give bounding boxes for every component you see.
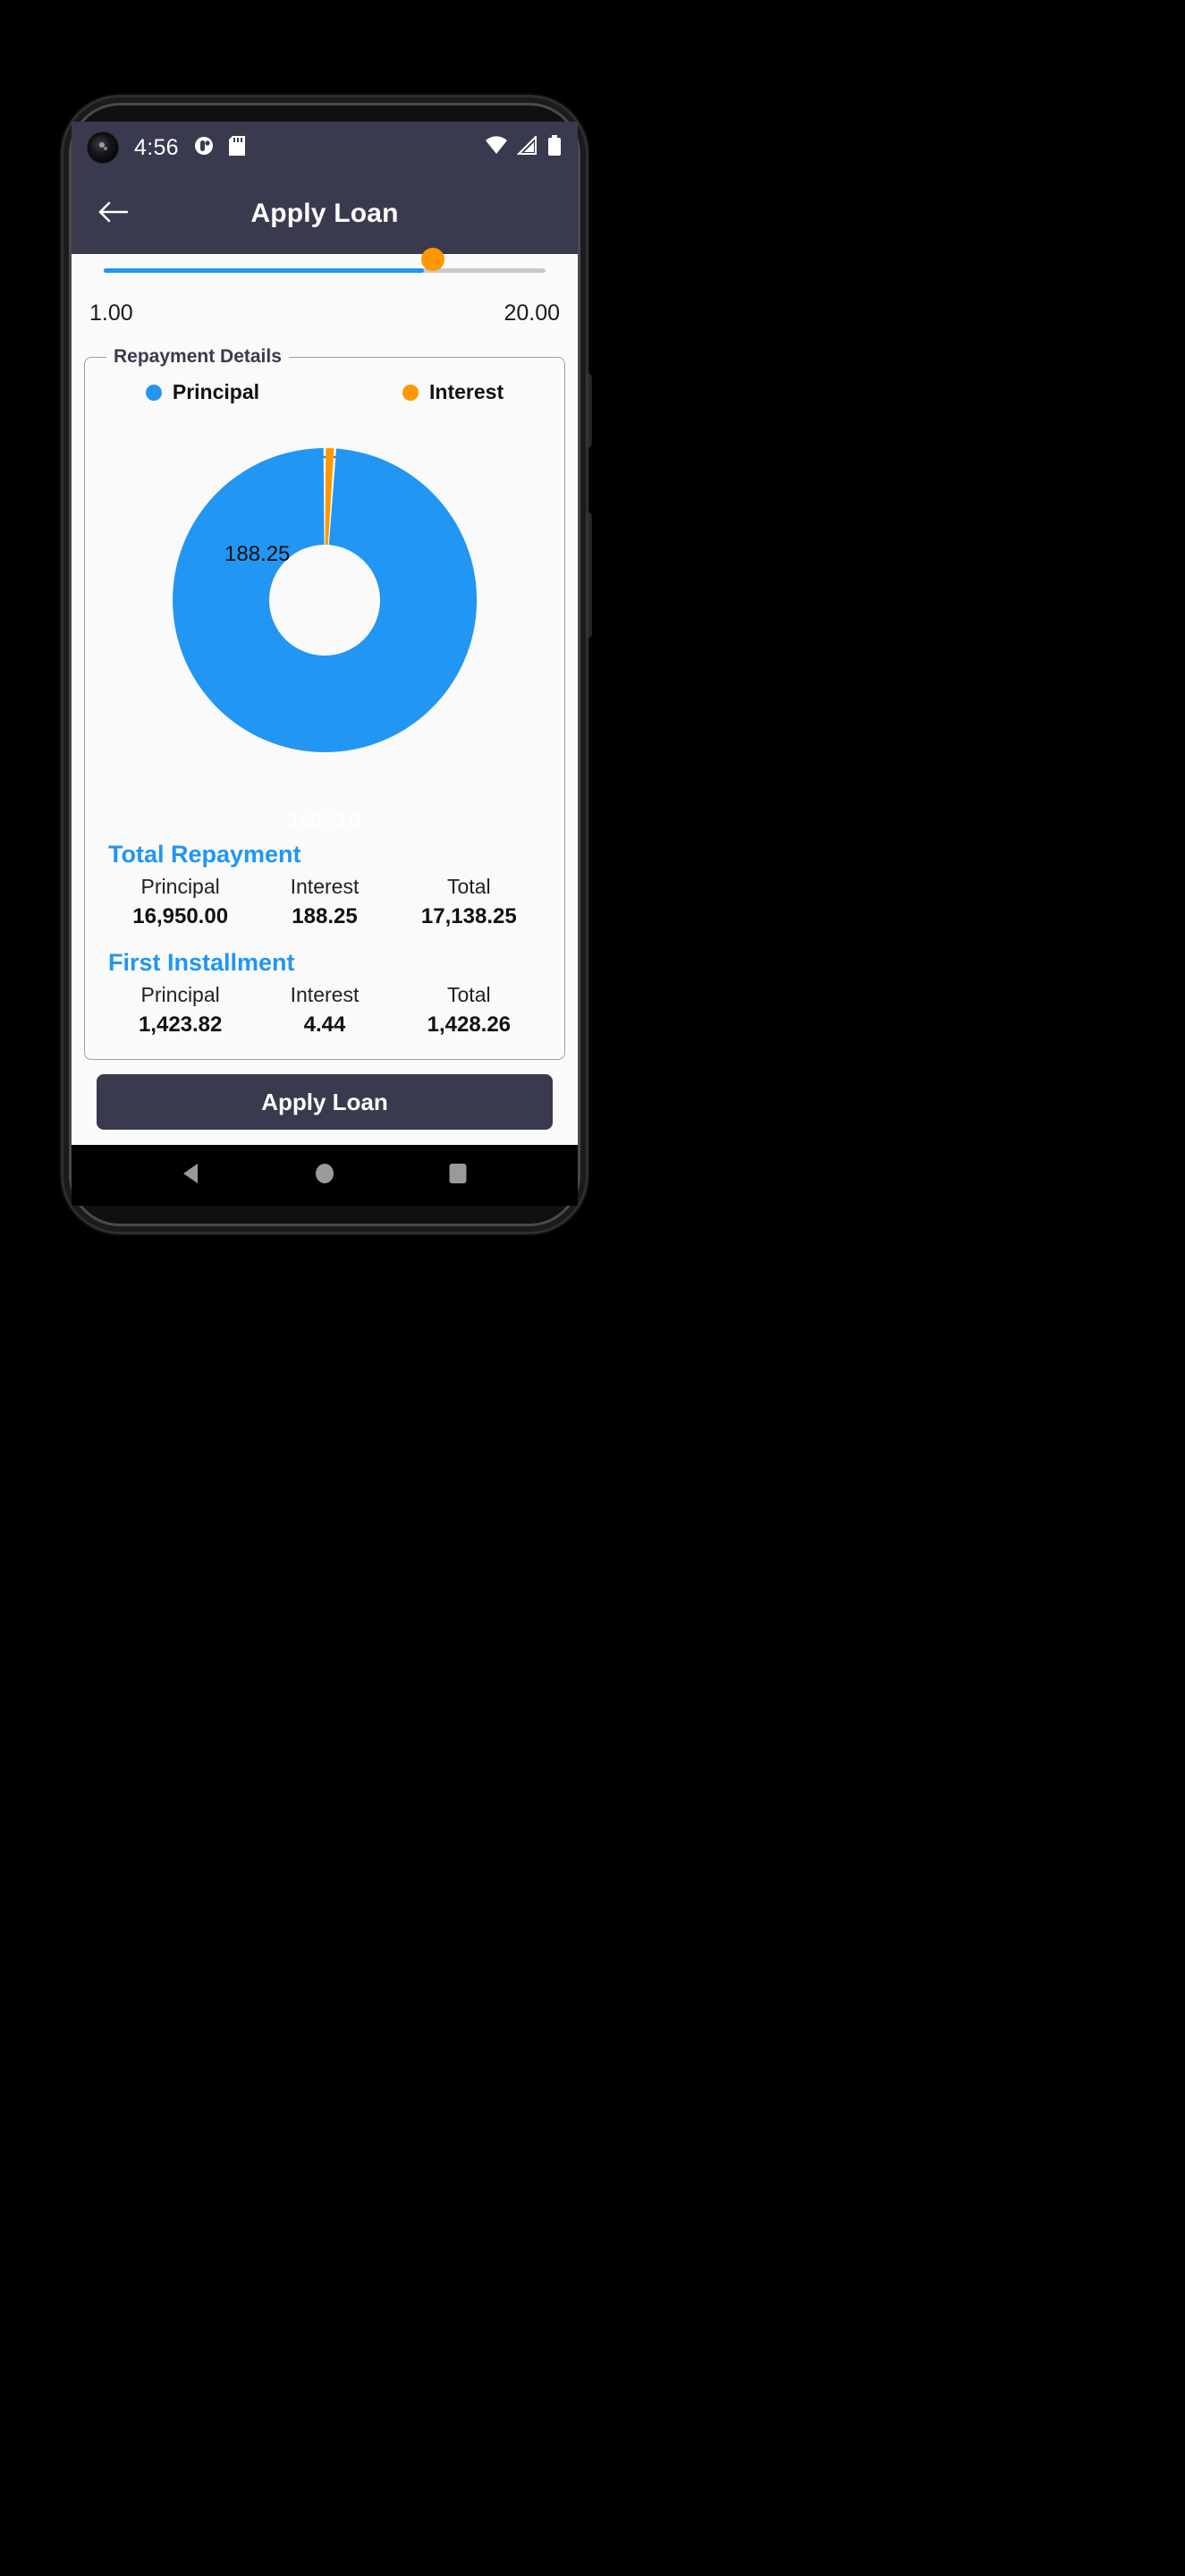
nav-recents-icon	[446, 1161, 470, 1191]
total-repayment-header-total: Total	[447, 875, 491, 898]
donut-chart-svg	[173, 448, 478, 753]
app-bar: Apply Loan	[72, 174, 578, 254]
back-button[interactable]	[89, 191, 136, 237]
slider-track[interactable]	[104, 268, 546, 273]
battery-icon	[547, 134, 562, 161]
apply-loan-button[interactable]: Apply Loan	[97, 1074, 553, 1130]
first-installment-header-interest: Interest	[290, 983, 360, 1006]
first-installment-title: First Installment	[108, 949, 295, 976]
total-repayment-grid: Principal Interest Total 16,950.00 188.2…	[108, 872, 541, 936]
slider-thumb[interactable]	[421, 248, 445, 271]
slider-min-label: 1.00	[89, 301, 133, 326]
legend-label-interest: Interest	[429, 380, 504, 403]
first-installment-value-interest: 4.44	[303, 1013, 346, 1037]
loan-term-slider[interactable]	[84, 248, 565, 290]
cellular-signal-icon	[516, 134, 538, 160]
total-repayment-title: Total Repayment	[108, 841, 301, 868]
legend-dot-interest	[402, 384, 419, 401]
do-not-disturb-icon	[193, 135, 215, 161]
total-repayment-block: Total Repayment Principal Interest Total…	[94, 841, 555, 936]
total-repayment-value-total: 17,138.25	[420, 904, 517, 928]
chart-legend: Principal Interest	[94, 380, 555, 404]
repayment-donut-chart[interactable]: 188.25 16950.0	[94, 408, 555, 831]
status-bar-right-icons	[485, 134, 562, 161]
android-nav-bar	[72, 1145, 578, 1206]
sd-card-icon	[227, 135, 247, 161]
slider-range-labels: 1.00 20.00	[84, 290, 565, 326]
page-title: Apply Loan	[250, 199, 399, 228]
status-bar: 4:56	[72, 122, 578, 174]
arrow-left-icon	[97, 199, 129, 229]
repayment-details-card: Repayment Details Principal Interest 188…	[84, 346, 565, 1060]
wifi-icon	[485, 135, 508, 160]
status-bar-left-icons	[193, 135, 247, 161]
nav-home-button[interactable]	[298, 1148, 351, 1202]
volume-button[interactable]	[586, 513, 592, 638]
power-button[interactable]	[586, 374, 592, 447]
legend-label-principal: Principal	[172, 380, 260, 403]
nav-back-icon	[180, 1161, 203, 1191]
slice-label-interest: 188.25	[224, 542, 291, 566]
nav-recents-button[interactable]	[431, 1148, 485, 1202]
scroll-container[interactable]: 1.00 20.00 Repayment Details Principal I…	[72, 248, 578, 1145]
legend-entry-principal[interactable]: Principal	[145, 380, 260, 404]
first-installment-header-principal: Principal	[140, 983, 220, 1006]
slice-label-principal: 16950.0	[289, 809, 360, 831]
legend-dot-principal	[145, 384, 162, 401]
nav-home-icon	[313, 1161, 336, 1191]
slider-fill	[104, 268, 425, 273]
repayment-details-legend: Repayment Details	[114, 346, 282, 367]
phone-frame: 4:56 Apply Loan 1.00 20.00 Repayment Det…	[72, 106, 592, 1224]
slider-max-label: 20.00	[504, 301, 560, 326]
first-installment-grid: Principal Interest Total 1,423.82 4.44 1…	[108, 980, 541, 1045]
first-installment-block: First Installment Principal Interest Tot…	[94, 949, 555, 1045]
total-repayment-value-principal: 16,950.00	[132, 904, 229, 928]
first-installment-header-total: Total	[447, 983, 491, 1006]
nav-back-button[interactable]	[165, 1148, 218, 1202]
page-body: 1.00 20.00 Repayment Details Principal I…	[72, 248, 578, 1145]
total-repayment-header-interest: Interest	[290, 875, 360, 898]
phone-screen: 4:56 Apply Loan 1.00 20.00 Repayment Det…	[72, 122, 578, 1206]
total-repayment-header-principal: Principal	[140, 875, 220, 898]
legend-entry-interest[interactable]: Interest	[402, 380, 504, 404]
first-installment-value-principal: 1,423.82	[138, 1013, 223, 1037]
status-bar-time: 4:56	[134, 134, 179, 160]
first-installment-value-total: 1,428.26	[427, 1013, 512, 1037]
camera-punch-hole	[88, 132, 118, 163]
total-repayment-value-interest: 188.25	[292, 904, 358, 928]
